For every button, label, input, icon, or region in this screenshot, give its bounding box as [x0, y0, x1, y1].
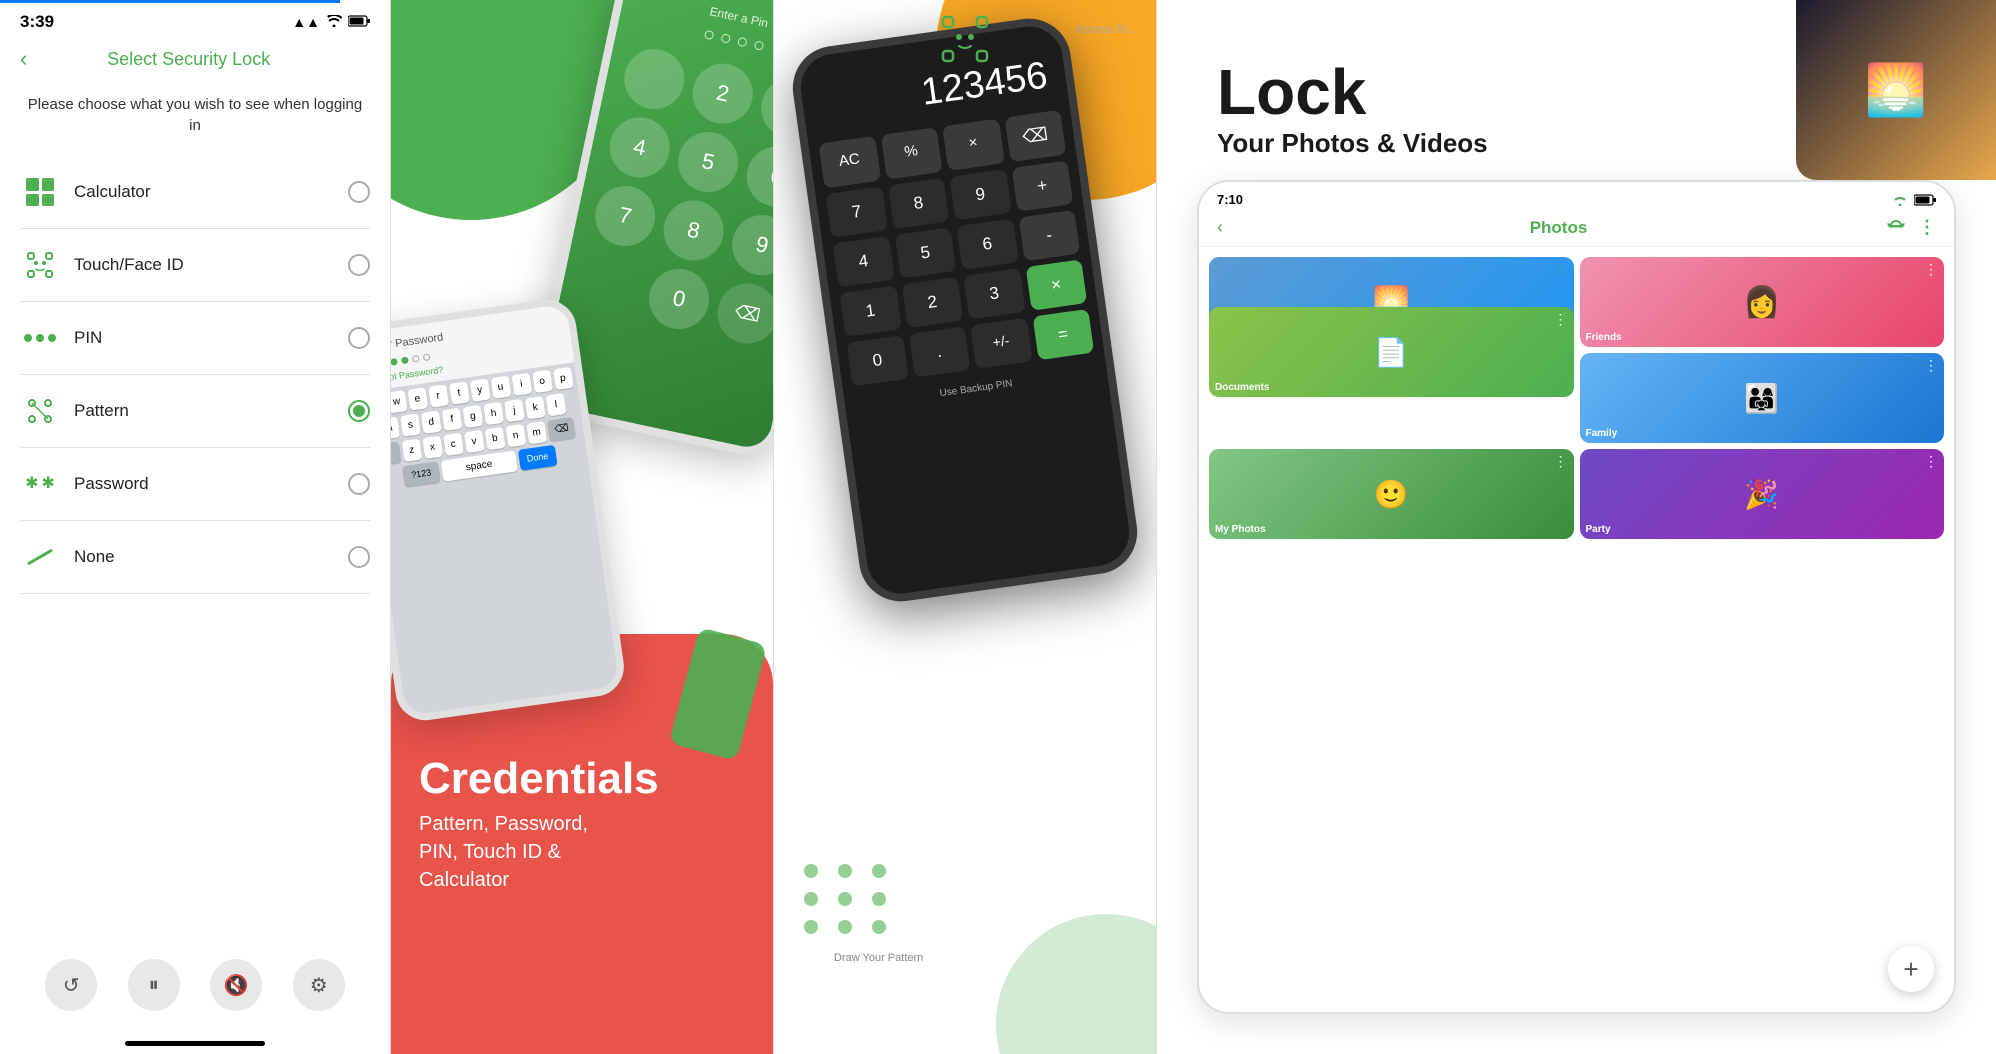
- my-photos-folder[interactable]: 🙂 My Photos ⋮: [1209, 449, 1574, 539]
- none-radio[interactable]: [348, 546, 370, 568]
- pattern-radio[interactable]: [348, 400, 370, 422]
- none-icon: [20, 537, 60, 577]
- family-folder[interactable]: 👨‍👩‍👧 Family ⋮: [1580, 353, 1945, 443]
- settings-icon: ⚙: [310, 973, 328, 998]
- faceid-icon: [20, 245, 60, 285]
- mute-icon: 🔇: [224, 973, 249, 998]
- p4-nav-title: Photos: [1231, 218, 1886, 238]
- reset-button[interactable]: ↺: [45, 959, 97, 1011]
- calculator-icon: [20, 172, 60, 212]
- pattern-label: Pattern: [74, 401, 348, 421]
- top-right-photo-decor: 🌅: [1796, 0, 1996, 180]
- phone-mockup-photos: 7:10 ‹ Photos ⋮ 🌅 Download ⋮: [1197, 180, 1956, 1014]
- pin-enter-label: Enter a Pin: [708, 4, 769, 30]
- security-lock-panel: 3:39 ▲▲ ‹ Select Security Lock Please ch…: [0, 0, 390, 1054]
- add-folder-button[interactable]: +: [1888, 946, 1934, 992]
- p4-time: 7:10: [1217, 192, 1243, 207]
- pin-icon: [20, 318, 60, 358]
- documents-folder[interactable]: 📄 Documents ⋮: [1209, 307, 1574, 397]
- menu-item-pattern[interactable]: Pattern: [20, 375, 370, 448]
- menu-item-calculator[interactable]: Calculator: [20, 156, 370, 229]
- nav-header: ‹ Select Security Lock: [0, 38, 390, 84]
- touchfaceid-label: Touch/Face ID: [74, 255, 348, 275]
- menu-item-touchfaceid[interactable]: Touch/Face ID: [20, 229, 370, 302]
- pin-label: PIN: [74, 328, 348, 348]
- signal-icon: ▲▲: [292, 14, 320, 30]
- calculator-label: Calculator: [74, 182, 348, 202]
- menu-item-pin[interactable]: PIN: [20, 302, 370, 375]
- pattern-icon: [20, 391, 60, 431]
- mute-button[interactable]: 🔇: [210, 959, 262, 1011]
- battery-icon: [348, 14, 370, 30]
- green-bottom-shape: [996, 914, 1156, 1054]
- calculator-radio[interactable]: [348, 181, 370, 203]
- home-indicator: [125, 1041, 265, 1046]
- none-label: None: [74, 547, 348, 567]
- pin-radio[interactable]: [348, 327, 370, 349]
- loading-progress: [0, 0, 340, 3]
- touchfaceid-radio[interactable]: [348, 254, 370, 276]
- credentials-panel: Credentials Pattern, Password,PIN, Touch…: [390, 0, 773, 1054]
- credentials-text-block: Credentials Pattern, Password,PIN, Touch…: [419, 756, 659, 894]
- friends-folder[interactable]: 👩 Friends ⋮: [1580, 257, 1945, 347]
- access-label: Access N...: [1075, 22, 1136, 36]
- menu-item-none[interactable]: None: [20, 521, 370, 594]
- page-title: Select Security Lock: [37, 49, 340, 70]
- credentials-title: Credentials: [419, 756, 659, 802]
- menu-item-password[interactable]: ✱ ✱ Password: [20, 448, 370, 521]
- draw-pattern-label: Draw Your Pattern: [834, 952, 923, 964]
- pause-icon: ⏸: [149, 974, 159, 997]
- status-time: 3:39: [20, 12, 54, 32]
- settings-button[interactable]: ⚙: [293, 959, 345, 1011]
- back-button[interactable]: ‹: [20, 46, 27, 72]
- wifi-icon: [326, 14, 342, 30]
- pause-button[interactable]: ⏸: [128, 959, 180, 1011]
- credentials-subtitle: Pattern, Password,PIN, Touch ID &Calcula…: [419, 810, 659, 894]
- bottom-bar: ↺ ⏸ 🔇 ⚙: [0, 943, 390, 1041]
- password-icon: ✱ ✱: [20, 464, 60, 504]
- password-radio[interactable]: [348, 473, 370, 495]
- menu-list: Calculator Touch/Face ID: [0, 156, 390, 943]
- face-id-icon: [940, 14, 990, 69]
- password-label: Password: [74, 474, 348, 494]
- pattern-dots-grid: [804, 864, 892, 934]
- party-folder[interactable]: 🎉 Party ⋮: [1580, 449, 1945, 539]
- status-bar: 3:39 ▲▲: [0, 0, 390, 38]
- photo-grid: 🌅 Download ⋮ 👩 Friends ⋮ 📄 Documents ⋮: [1199, 247, 1954, 549]
- lock-photos-panel: Lock Your Photos & Videos 7:10 ‹ Photos …: [1156, 0, 1996, 1054]
- status-icons: ▲▲: [292, 14, 370, 30]
- subtitle-text: Please choose what you wish to see when …: [0, 84, 390, 156]
- calculator-pattern-panel: Access N... 123456 AC: [773, 0, 1156, 1054]
- reset-icon: ↺: [63, 973, 80, 998]
